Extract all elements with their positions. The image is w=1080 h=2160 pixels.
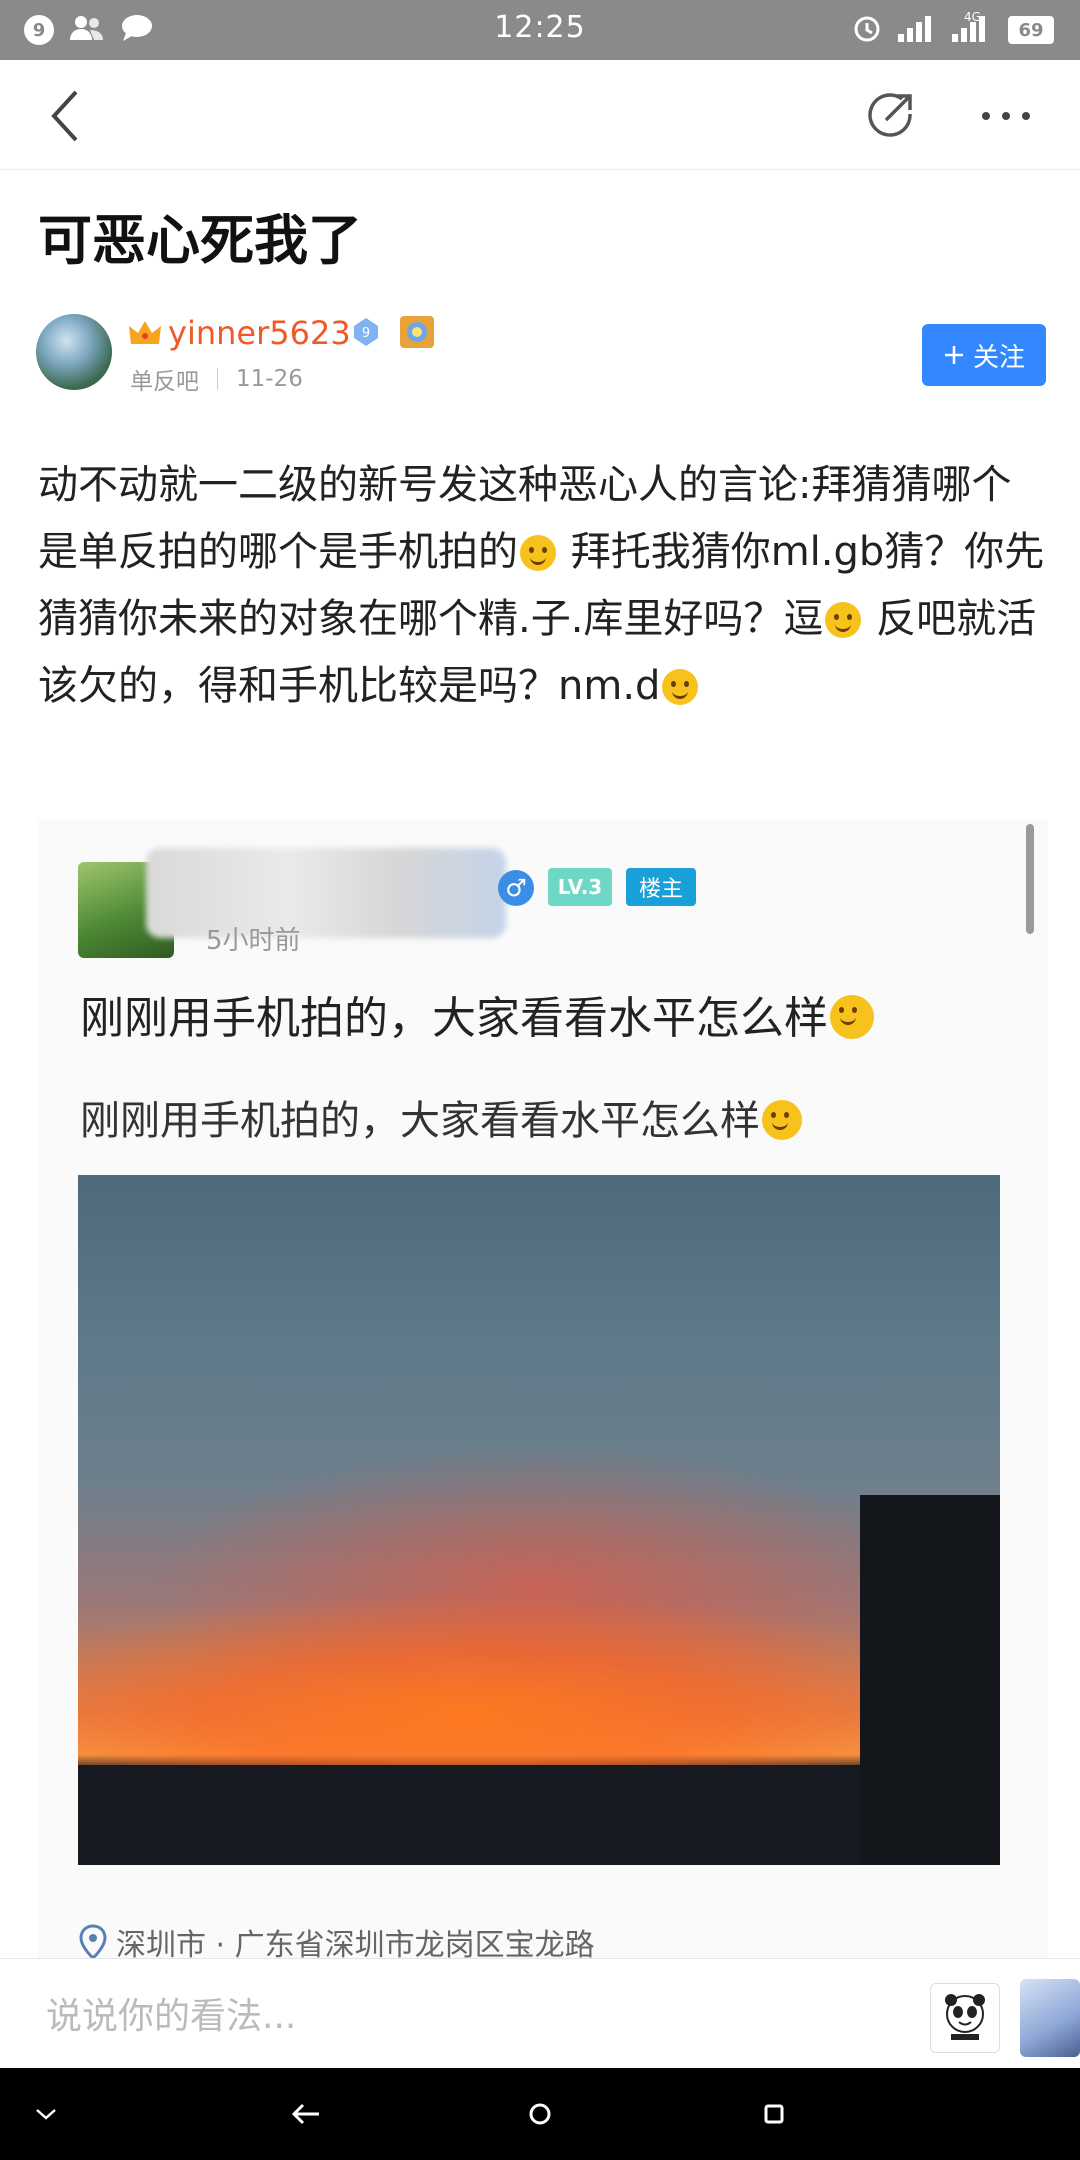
share-icon[interactable] (858, 84, 922, 148)
level-value: 9 (362, 326, 370, 341)
screenshot-text-line-1: 刚刚用手机拍的，大家看看水平怎么样 (80, 982, 876, 1046)
chevron-down-icon[interactable] (24, 2092, 68, 2136)
screenshot-line-1-text: 刚刚用手机拍的，大家看看水平怎么样 (80, 993, 828, 1044)
battery-icon: 69 (1008, 16, 1054, 44)
network-type-label: 4G (964, 10, 981, 24)
status-bar: 9 12:25 4G 69 (0, 0, 1080, 60)
plus-icon (944, 346, 963, 364)
smile-emoji-icon (825, 602, 862, 638)
follow-button[interactable]: 关注 (922, 324, 1046, 386)
building-silhouette (860, 1495, 1000, 1865)
screenshot-text-line-2: 刚刚用手机拍的，大家看看水平怎么样 (80, 1088, 804, 1146)
status-indicators: 4G 69 (852, 10, 1054, 48)
smile-emoji-icon (662, 669, 699, 705)
blurred-username (146, 848, 506, 938)
forum-name[interactable]: 单反吧 (130, 362, 199, 396)
location-text: 深圳市 · 广东省深圳市龙岗区宝龙路 (116, 1928, 595, 1960)
meta-divider (217, 368, 218, 390)
system-nav-bar (0, 2068, 1080, 2160)
comment-input[interactable]: 说说你的看法... (46, 1987, 296, 2039)
crown-icon (128, 318, 162, 348)
screenshot-level-badge: LV.3 (548, 868, 612, 906)
post-title: 可恶心死我了 (38, 209, 362, 272)
avatar[interactable] (36, 314, 112, 390)
more-icon[interactable] (974, 84, 1038, 148)
author-row: yinner5623 9 单反吧 11-26 关注 (36, 312, 1046, 395)
anime-sticker-icon[interactable] (1020, 1979, 1080, 2057)
post-meta: 单反吧 11-26 (130, 362, 303, 396)
tongue-emoji-icon (520, 535, 556, 571)
comment-bar: 说说你的看法... (0, 1958, 1080, 2068)
panda-sticker-icon[interactable] (930, 1983, 1000, 2053)
signal-icon (896, 14, 936, 46)
screenshot-time: 5小时前 (206, 926, 301, 956)
level-badge-icon: 9 (350, 316, 382, 348)
signal-4g-icon: 4G (950, 10, 994, 46)
post-date: 11-26 (236, 366, 303, 392)
recent-apps-icon[interactable] (752, 2092, 796, 2136)
chevron-left-icon[interactable] (34, 84, 98, 148)
follow-label: 关注 (972, 342, 1025, 373)
post-image[interactable]: ♂ LV.3 楼主 5小时前 刚刚用手机拍的，大家看看水平怎么样 刚刚用手机拍的… (38, 820, 1048, 1960)
male-icon: ♂ (498, 870, 534, 906)
home-circle-icon[interactable] (518, 2092, 562, 2136)
top-nav-bar (0, 60, 1080, 170)
alarm-icon (852, 13, 882, 47)
image-scrollbar (1026, 824, 1034, 934)
smirk-emoji-icon (762, 1100, 802, 1140)
location-pin-icon (79, 1924, 107, 1960)
back-arrow-icon[interactable] (284, 2092, 328, 2136)
medal-icon (400, 316, 434, 348)
author-name[interactable]: yinner5623 (168, 314, 351, 352)
screenshot-owner-badge: 楼主 (626, 868, 696, 906)
smirk-emoji-icon (830, 995, 874, 1039)
sunset-photo (78, 1175, 1000, 1865)
screenshot-location: 深圳市 · 广东省深圳市龙岗区宝龙路 (78, 1920, 595, 1960)
screenshot-line-2-text: 刚刚用手机拍的，大家看看水平怎么样 (80, 1098, 760, 1144)
post-body: 动不动就一二级的新号发这种恶心人的言论:拜猜猜哪个是单反拍的哪个是手机拍的 拜托… (38, 452, 1048, 720)
